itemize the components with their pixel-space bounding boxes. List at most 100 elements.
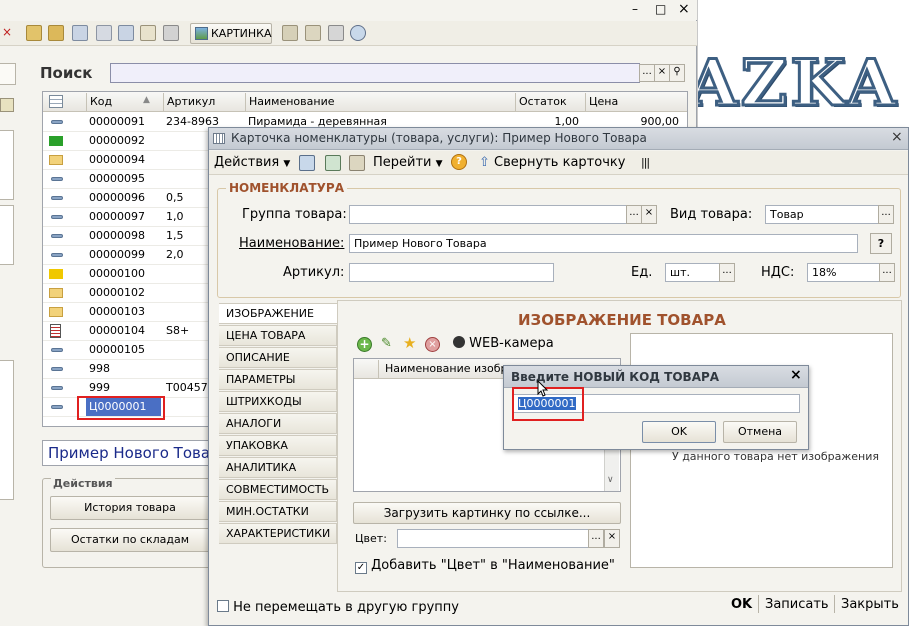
card-save-icon[interactable] xyxy=(299,155,315,171)
add-image-icon[interactable]: + xyxy=(357,337,372,352)
dialog-ok-button[interactable]: OK xyxy=(642,421,716,443)
card-save-button[interactable]: Записать xyxy=(765,597,829,612)
vat-select-button[interactable]: ... xyxy=(879,263,895,282)
card-goto-menu[interactable]: Перейти ▼ xyxy=(373,155,443,170)
edit-image-icon[interactable]: ✎ xyxy=(381,336,392,351)
filter-clear-icon[interactable] xyxy=(96,25,112,41)
tab-3[interactable]: ПАРАМЕТРЫ xyxy=(219,369,337,390)
group-clear-button[interactable]: × xyxy=(641,205,657,224)
move-icon[interactable] xyxy=(282,25,298,41)
tab-1[interactable]: ЦЕНА ТОВАРА xyxy=(219,325,337,346)
column-header-article[interactable]: Артикул xyxy=(163,93,245,111)
tab-0[interactable]: ИЗОБРАЖЕНИЕ xyxy=(219,303,337,324)
tab-5[interactable]: АНАЛОГИ xyxy=(219,413,337,434)
card-actions-menu[interactable]: Действия ▼ xyxy=(214,155,290,170)
level-up-icon[interactable] xyxy=(48,25,64,41)
article-label: Артикул: xyxy=(283,265,345,280)
dialog-cancel-button[interactable]: Отмена xyxy=(723,421,797,443)
stock-by-warehouse-button[interactable]: Остатки по складам xyxy=(50,528,210,552)
card-close-icon[interactable]: × xyxy=(891,129,903,145)
separator xyxy=(834,595,835,613)
tab-9[interactable]: МИН.ОСТАТКИ xyxy=(219,501,337,522)
left-panel-tab[interactable] xyxy=(0,63,16,85)
checkbox-icon xyxy=(217,600,229,612)
tab-4[interactable]: ШТРИХКОДЫ xyxy=(219,391,337,412)
tab-8[interactable]: СОВМЕСТИМОСТЬ xyxy=(219,479,337,500)
card-ok-button[interactable]: OK xyxy=(731,597,752,612)
search-icon[interactable]: ⚲ xyxy=(669,64,685,82)
folder-icon xyxy=(49,288,63,298)
delete-icon[interactable]: × xyxy=(2,25,12,39)
tab-6[interactable]: УПАКОВКА xyxy=(219,435,337,456)
column-header-name[interactable]: Наименование xyxy=(245,93,515,111)
table-cell-code: 00000095 xyxy=(89,172,145,185)
search-input[interactable] xyxy=(110,63,640,83)
item-icon xyxy=(51,215,63,219)
table-cell-code: 00000100 xyxy=(89,267,145,280)
hierarchy-icon[interactable] xyxy=(26,25,42,41)
minimize-icon[interactable]: – xyxy=(632,2,638,16)
delete-image-icon[interactable]: × xyxy=(425,337,440,352)
card-close-button[interactable]: Закрыть xyxy=(841,597,899,612)
table-cell-code: 00000105 xyxy=(89,343,145,356)
tab-7[interactable]: АНАЛИТИКА xyxy=(219,457,337,478)
table-cell-code: 00000096 xyxy=(89,191,145,204)
search-select-button[interactable]: ... xyxy=(639,64,655,82)
background-logo-text: AZKA xyxy=(698,46,900,116)
no-image-text: У данного товара нет изображения xyxy=(672,450,879,463)
card-structure-icon[interactable] xyxy=(349,155,365,171)
column-header-stock[interactable]: Остаток xyxy=(515,93,585,111)
card-refresh-icon[interactable] xyxy=(325,155,341,171)
find-icon[interactable] xyxy=(350,25,366,41)
star-image-icon[interactable]: ★ xyxy=(403,334,416,352)
picture-button[interactable]: КАРТИНКА xyxy=(190,23,272,44)
history-button[interactable]: История товара xyxy=(50,496,210,520)
dialog-close-icon[interactable]: × xyxy=(790,367,802,383)
folder-icon xyxy=(49,307,63,317)
green-folder-icon xyxy=(49,136,63,146)
main-toolbar: × КАРТИНКА xyxy=(0,21,697,46)
print-icon[interactable] xyxy=(163,25,179,41)
item-icon xyxy=(51,367,63,371)
group-label: Группа товара: xyxy=(242,207,347,222)
unit-field[interactable]: шт. xyxy=(665,263,720,282)
filter-settings-icon[interactable] xyxy=(118,25,134,41)
group-field[interactable] xyxy=(349,205,627,224)
dont-move-checkbox[interactable]: Не перемещать в другую группу xyxy=(217,600,459,615)
list-settings-icon[interactable] xyxy=(140,25,156,41)
search-clear-button[interactable]: × xyxy=(654,64,670,82)
article-field[interactable] xyxy=(349,263,554,282)
close-icon[interactable]: × xyxy=(678,1,690,17)
group-select-button[interactable]: ... xyxy=(626,205,642,224)
color-field[interactable] xyxy=(397,529,589,548)
barcode-icon[interactable]: ||| xyxy=(641,156,650,169)
card-collapse-button[interactable]: ⇧ Свернуть карточку xyxy=(479,155,625,170)
scroll-down-icon[interactable]: ∨ xyxy=(607,475,614,485)
table-settings-icon[interactable] xyxy=(49,95,63,108)
name-field[interactable]: Пример Нового Товара xyxy=(349,234,858,253)
name-label: Наименование: xyxy=(239,236,345,251)
filter-icon[interactable] xyxy=(72,25,88,41)
vat-field[interactable]: 18% xyxy=(807,263,880,282)
edit-icon[interactable] xyxy=(328,25,344,41)
calculator-icon[interactable] xyxy=(0,98,14,112)
add-color-checkbox[interactable]: ✓ Добавить "Цвет" в "Наименование" xyxy=(355,558,615,574)
tab-2[interactable]: ОПИСАНИЕ xyxy=(219,347,337,368)
tab-10[interactable]: ХАРАКТЕРИСТИКИ xyxy=(219,523,337,544)
name-help-button[interactable]: ? xyxy=(870,233,892,254)
unit-select-button[interactable]: ... xyxy=(719,263,735,282)
maximize-icon[interactable]: □ xyxy=(655,2,666,16)
webcam-button[interactable]: WEB-камера xyxy=(453,336,554,351)
color-clear-button[interactable]: × xyxy=(604,529,620,548)
card-collapse-label: Свернуть карточку xyxy=(494,155,626,170)
column-header-price[interactable]: Цена xyxy=(585,93,687,111)
kind-field[interactable]: Товар xyxy=(765,205,879,224)
left-panel-box xyxy=(0,130,14,200)
load-by-link-button[interactable]: Загрузить картинку по ссылке... xyxy=(353,502,621,524)
copy-icon[interactable] xyxy=(305,25,321,41)
color-select-button[interactable]: ... xyxy=(588,529,604,548)
kind-select-button[interactable]: ... xyxy=(878,205,894,224)
webcam-icon xyxy=(453,336,465,348)
card-help-icon[interactable]: ? xyxy=(451,154,467,170)
highlight-box-table xyxy=(77,396,165,420)
